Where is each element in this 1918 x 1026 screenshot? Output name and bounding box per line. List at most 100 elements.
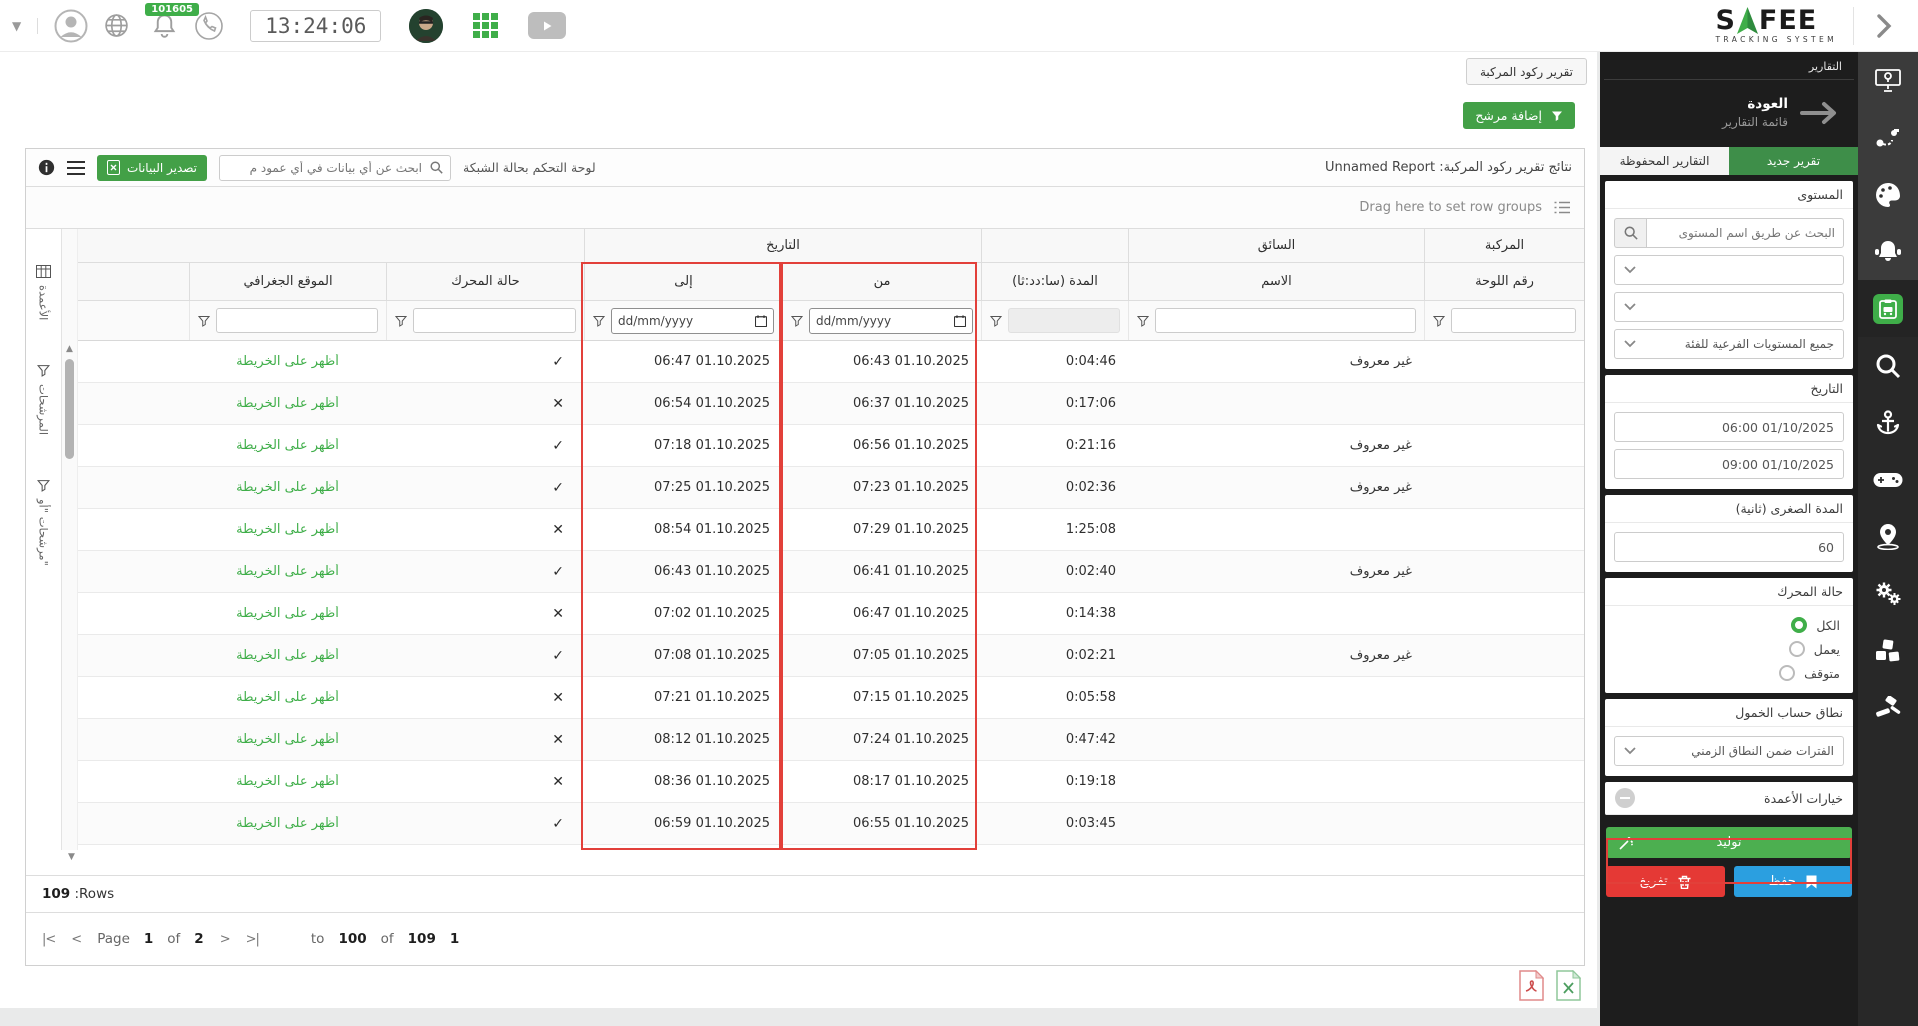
tab-saved-reports[interactable]: التقارير المحفوظة [1600, 147, 1729, 175]
column-header-plate[interactable]: رقم اللوحة [1424, 263, 1584, 300]
scroll-down-icon[interactable]: ▼ [68, 852, 75, 862]
group-header-vehicle[interactable]: المركبة [1424, 229, 1584, 262]
radio-icon[interactable] [1788, 641, 1805, 657]
add-filter-button[interactable]: إضافة مرشح [1463, 102, 1575, 129]
show-on-map-link[interactable]: أظهر على الخريطة [189, 564, 386, 579]
filter-engine-input[interactable] [413, 308, 576, 333]
rail-monitor-tracking-icon[interactable] [1858, 52, 1918, 109]
generate-button[interactable]: توليد [1606, 827, 1852, 858]
user-avatar[interactable] [409, 8, 444, 43]
date-to-input[interactable]: 09:00 01/10/2025 [1614, 449, 1844, 479]
menu-hamburger-icon[interactable] [67, 160, 85, 175]
export-data-button[interactable]: تصدير البيانات [97, 154, 208, 181]
search-icon[interactable] [1614, 218, 1646, 248]
show-on-map-link[interactable]: أظهر على الخريطة [189, 396, 386, 411]
rail-anchor-icon[interactable] [1858, 394, 1918, 451]
level-select-2[interactable] [1614, 292, 1844, 322]
group-header-empty [78, 229, 584, 262]
support-phone-icon[interactable] [194, 11, 224, 41]
filter-name-input[interactable] [1155, 308, 1416, 333]
table-row: غير معروف 0:04:46 06:43 01.10.2025 06:47… [78, 341, 1584, 383]
show-on-map-link[interactable]: أظهر على الخريطة [189, 354, 386, 369]
scrollbar-thumb[interactable] [65, 359, 74, 459]
show-on-map-link[interactable]: أظهر على الخريطة [189, 606, 386, 621]
funnel-icon[interactable] [1137, 315, 1149, 327]
funnel-icon[interactable] [198, 315, 210, 327]
filter-from-date-input[interactable]: dd/mm/yyyy [809, 307, 973, 334]
column-header-location[interactable]: الموقع الجغرافي [189, 263, 386, 300]
rail-gamepad-icon[interactable] [1858, 451, 1918, 508]
clear-button[interactable]: تفريغ [1606, 866, 1725, 897]
engine-option-stopped[interactable]: متوقف [1614, 663, 1844, 683]
rail-locations-icon[interactable] [1858, 508, 1918, 565]
prev-page-button[interactable]: < [71, 932, 82, 947]
show-on-map-link[interactable]: أظهر على الخريطة [189, 648, 386, 663]
show-on-map-link[interactable]: أظهر على الخريطة [189, 522, 386, 537]
column-header-engine[interactable]: حالة المحرك [386, 263, 584, 300]
show-on-map-link[interactable]: أظهر على الخريطة [189, 690, 386, 705]
group-header-date[interactable]: التاريخ [584, 229, 981, 262]
filter-to-date-input[interactable]: dd/mm/yyyy [611, 307, 774, 334]
show-on-map-link[interactable]: أظهر على الخريطة [189, 480, 386, 495]
rail-palette-icon[interactable] [1858, 166, 1918, 223]
vertical-scrollbar[interactable]: ▲ [62, 229, 78, 850]
rail-settings-gears-icon[interactable] [1858, 565, 1918, 622]
globe-icon[interactable] [104, 13, 129, 38]
first-page-button[interactable]: |< [42, 932, 56, 947]
min-duration-input[interactable]: 60 [1614, 532, 1844, 562]
show-on-map-link[interactable]: أظهر على الخريطة [189, 438, 386, 453]
back-to-reports[interactable]: العودة قائمة التقارير [1600, 80, 1858, 147]
grid-search-input[interactable] [227, 159, 425, 176]
rail-rules-gavel-icon[interactable] [1858, 679, 1918, 736]
funnel-icon[interactable] [593, 315, 605, 327]
next-page-button[interactable]: > [220, 932, 231, 947]
rail-reports-icon[interactable] [1858, 280, 1918, 337]
funnel-icon[interactable] [791, 315, 803, 327]
column-header-to[interactable]: إلى [584, 263, 782, 300]
idle-scope-select[interactable]: الفترات ضمن النطاق الزمني [1614, 736, 1844, 766]
rail-routes-icon[interactable] [1858, 109, 1918, 166]
filter-location-input[interactable] [216, 308, 378, 333]
funnel-icon[interactable] [395, 315, 407, 327]
row-group-bar[interactable]: Drag here to set row groups [26, 187, 1584, 229]
column-header-duration[interactable]: المدة (سا:دد:ثا) [981, 263, 1128, 300]
level-select-1[interactable] [1614, 255, 1844, 285]
scroll-up-icon[interactable]: ▲ [66, 345, 73, 354]
column-header-name[interactable]: الاسم [1128, 263, 1424, 300]
notifications-bell-icon[interactable] [151, 12, 178, 39]
radio-selected-icon[interactable] [1791, 617, 1808, 633]
column-header-from[interactable]: من [782, 263, 981, 300]
main-content: تقرير ركود المركبة إضافة مرشح تصدير البي… [0, 52, 1597, 1008]
funnel-icon[interactable] [1433, 315, 1445, 327]
save-button[interactable]: حفظ [1733, 866, 1852, 897]
funnel-icon[interactable] [990, 315, 1002, 327]
user-placeholder-icon[interactable] [54, 9, 88, 43]
excel-export-icon[interactable] [1556, 970, 1581, 1001]
tab-filters[interactable]: المرشحات [37, 364, 51, 435]
info-icon[interactable] [38, 159, 55, 176]
video-tutorials-icon[interactable] [528, 12, 567, 39]
show-on-map-link[interactable]: أظهر على الخريطة [189, 774, 386, 789]
apps-grid-icon[interactable] [473, 13, 499, 38]
collapse-chevron-icon[interactable]: ▼ [12, 19, 21, 33]
tab-or-filters[interactable]: مرشحات "أو" [37, 479, 51, 566]
rail-search-icon[interactable] [1858, 337, 1918, 394]
level-sublevels-select[interactable]: جميع المستويات الفرعية للفئة [1614, 329, 1844, 359]
date-from-input[interactable]: 06:00 01/10/2025 [1614, 412, 1844, 442]
last-page-button[interactable]: >| [246, 932, 260, 947]
panel-collapse-chevron-icon[interactable] [1870, 13, 1906, 39]
engine-option-running[interactable]: يعمل [1614, 639, 1844, 659]
group-header-driver[interactable]: السائق [1128, 229, 1424, 262]
radio-icon[interactable] [1779, 665, 1796, 681]
collapse-minus-icon[interactable] [1615, 788, 1635, 808]
tab-new-report[interactable]: تقرير جديد [1729, 147, 1858, 175]
pdf-export-icon[interactable] [1519, 970, 1544, 1001]
engine-option-all[interactable]: الكل [1614, 615, 1844, 635]
level-search-input[interactable] [1646, 218, 1844, 248]
show-on-map-link[interactable]: أظهر على الخريطة [189, 732, 386, 747]
rail-assets-cubes-icon[interactable] [1858, 622, 1918, 679]
rail-alerts-bell-icon[interactable] [1858, 223, 1918, 280]
show-on-map-link[interactable]: أظهر على الخريطة [189, 816, 386, 831]
tab-columns[interactable]: الأعمدة [36, 265, 51, 320]
filter-plate-input[interactable] [1451, 308, 1576, 333]
